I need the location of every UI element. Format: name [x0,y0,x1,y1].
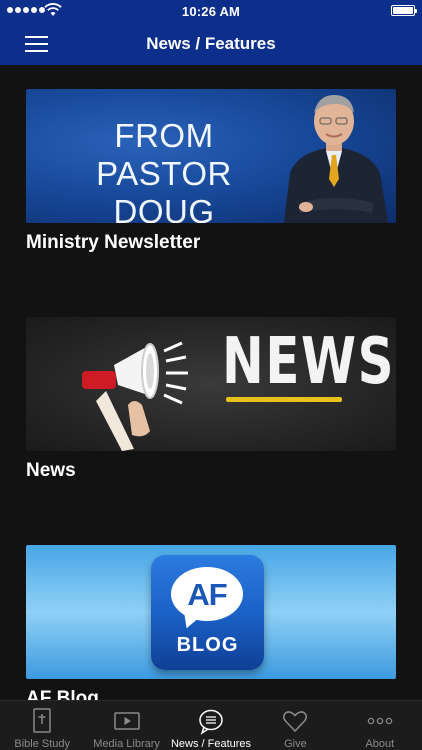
more-icon [367,717,393,725]
tab-label: About [365,738,395,750]
tab-label: Bible Study [14,738,71,750]
pastor-portrait-image [284,95,388,223]
tab-label: News / Features [170,738,252,750]
status-bar: 10:26 AM [0,0,422,22]
battery-icon [391,5,417,16]
feed-item-title: AF Blog [26,688,99,700]
tab-media-library[interactable]: Media Library [84,701,168,750]
feed-item-title: Ministry Newsletter [26,232,201,253]
feed-item-title: News [26,460,76,481]
feed-item-af-blog[interactable]: AF BLOG AF Blog [26,545,396,700]
nav-bar: News / Features [0,22,422,65]
news-banner-text: NEWS [222,325,396,399]
banner-heading: FROM PASTOR DOUG [96,117,232,223]
tab-about[interactable]: About [338,701,422,750]
from-pastor-doug-banner[interactable]: FROM PASTOR DOUG [26,89,396,223]
tab-give[interactable]: Give [253,701,337,750]
tab-label: Give [284,738,307,750]
page-title: News / Features [146,34,276,53]
tab-news-features[interactable]: News / Features [169,701,253,750]
af-blog-logo: AF BLOG [151,555,264,670]
megaphone-icon [82,341,188,451]
feed-item-news[interactable]: NEWS News [26,317,396,482]
heart-icon [283,711,308,733]
feed-item-ministry-newsletter[interactable]: FROM PASTOR DOUG Ministry Newsletter [26,89,396,254]
news-banner[interactable]: NEWS [26,317,396,451]
top-bar: 10:26 AM News / Features [0,0,422,65]
af-blog-banner[interactable]: AF BLOG [26,545,396,679]
status-time: 10:26 AM [181,4,241,19]
chat-bubble-icon [199,709,223,735]
news-feed-list[interactable]: FROM PASTOR DOUG Ministry Newsletter NEW… [0,65,422,700]
news-underline [226,397,342,402]
bible-icon [33,708,51,733]
tab-bar: Bible Study Media Library News / Feature… [0,700,422,750]
play-icon [113,712,140,730]
tab-label: Media Library [93,738,160,750]
tab-bible-study[interactable]: Bible Study [0,701,84,750]
